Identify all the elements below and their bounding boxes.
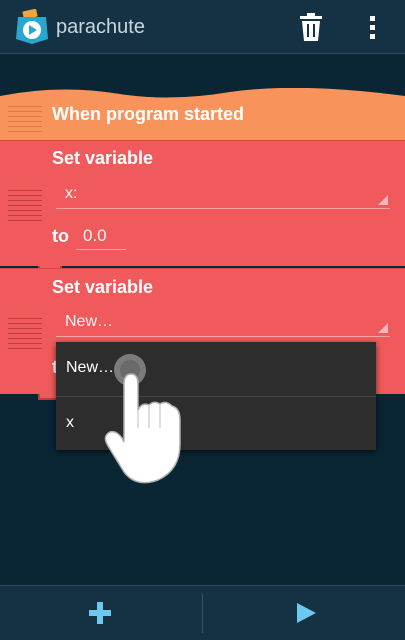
drag-handle[interactable]: [8, 190, 42, 225]
touch-pointer-icon: [104, 354, 181, 484]
block-label: Set variable: [52, 277, 154, 297]
drag-handle[interactable]: [8, 318, 42, 353]
block-label: Set variable: [52, 148, 154, 168]
variable-dropdown[interactable]: x:: [56, 181, 390, 209]
variable-value: New…: [65, 313, 114, 330]
plus-icon: [89, 602, 111, 624]
variable-value: x:: [65, 185, 78, 202]
value-input[interactable]: 0.0: [76, 224, 126, 250]
parachute-app-icon: [16, 9, 48, 44]
dropdown-arrow-icon: [378, 323, 388, 333]
to-label: to: [52, 226, 69, 246]
play-icon: [297, 603, 316, 623]
app-bar: parachute: [0, 0, 405, 54]
block-label: When program started: [52, 104, 245, 124]
dropdown-arrow-icon: [378, 195, 388, 205]
bottom-toolbar: [0, 585, 405, 640]
variable-dropdown[interactable]: New…: [56, 309, 390, 337]
app-title: parachute: [56, 16, 145, 38]
trash-icon[interactable]: [298, 12, 324, 42]
add-block-button[interactable]: [0, 586, 202, 640]
overflow-menu-icon[interactable]: [364, 14, 380, 40]
menu-item-label: x: [66, 414, 74, 431]
run-program-button[interactable]: [203, 586, 405, 640]
value-text: 0.0: [83, 226, 107, 245]
